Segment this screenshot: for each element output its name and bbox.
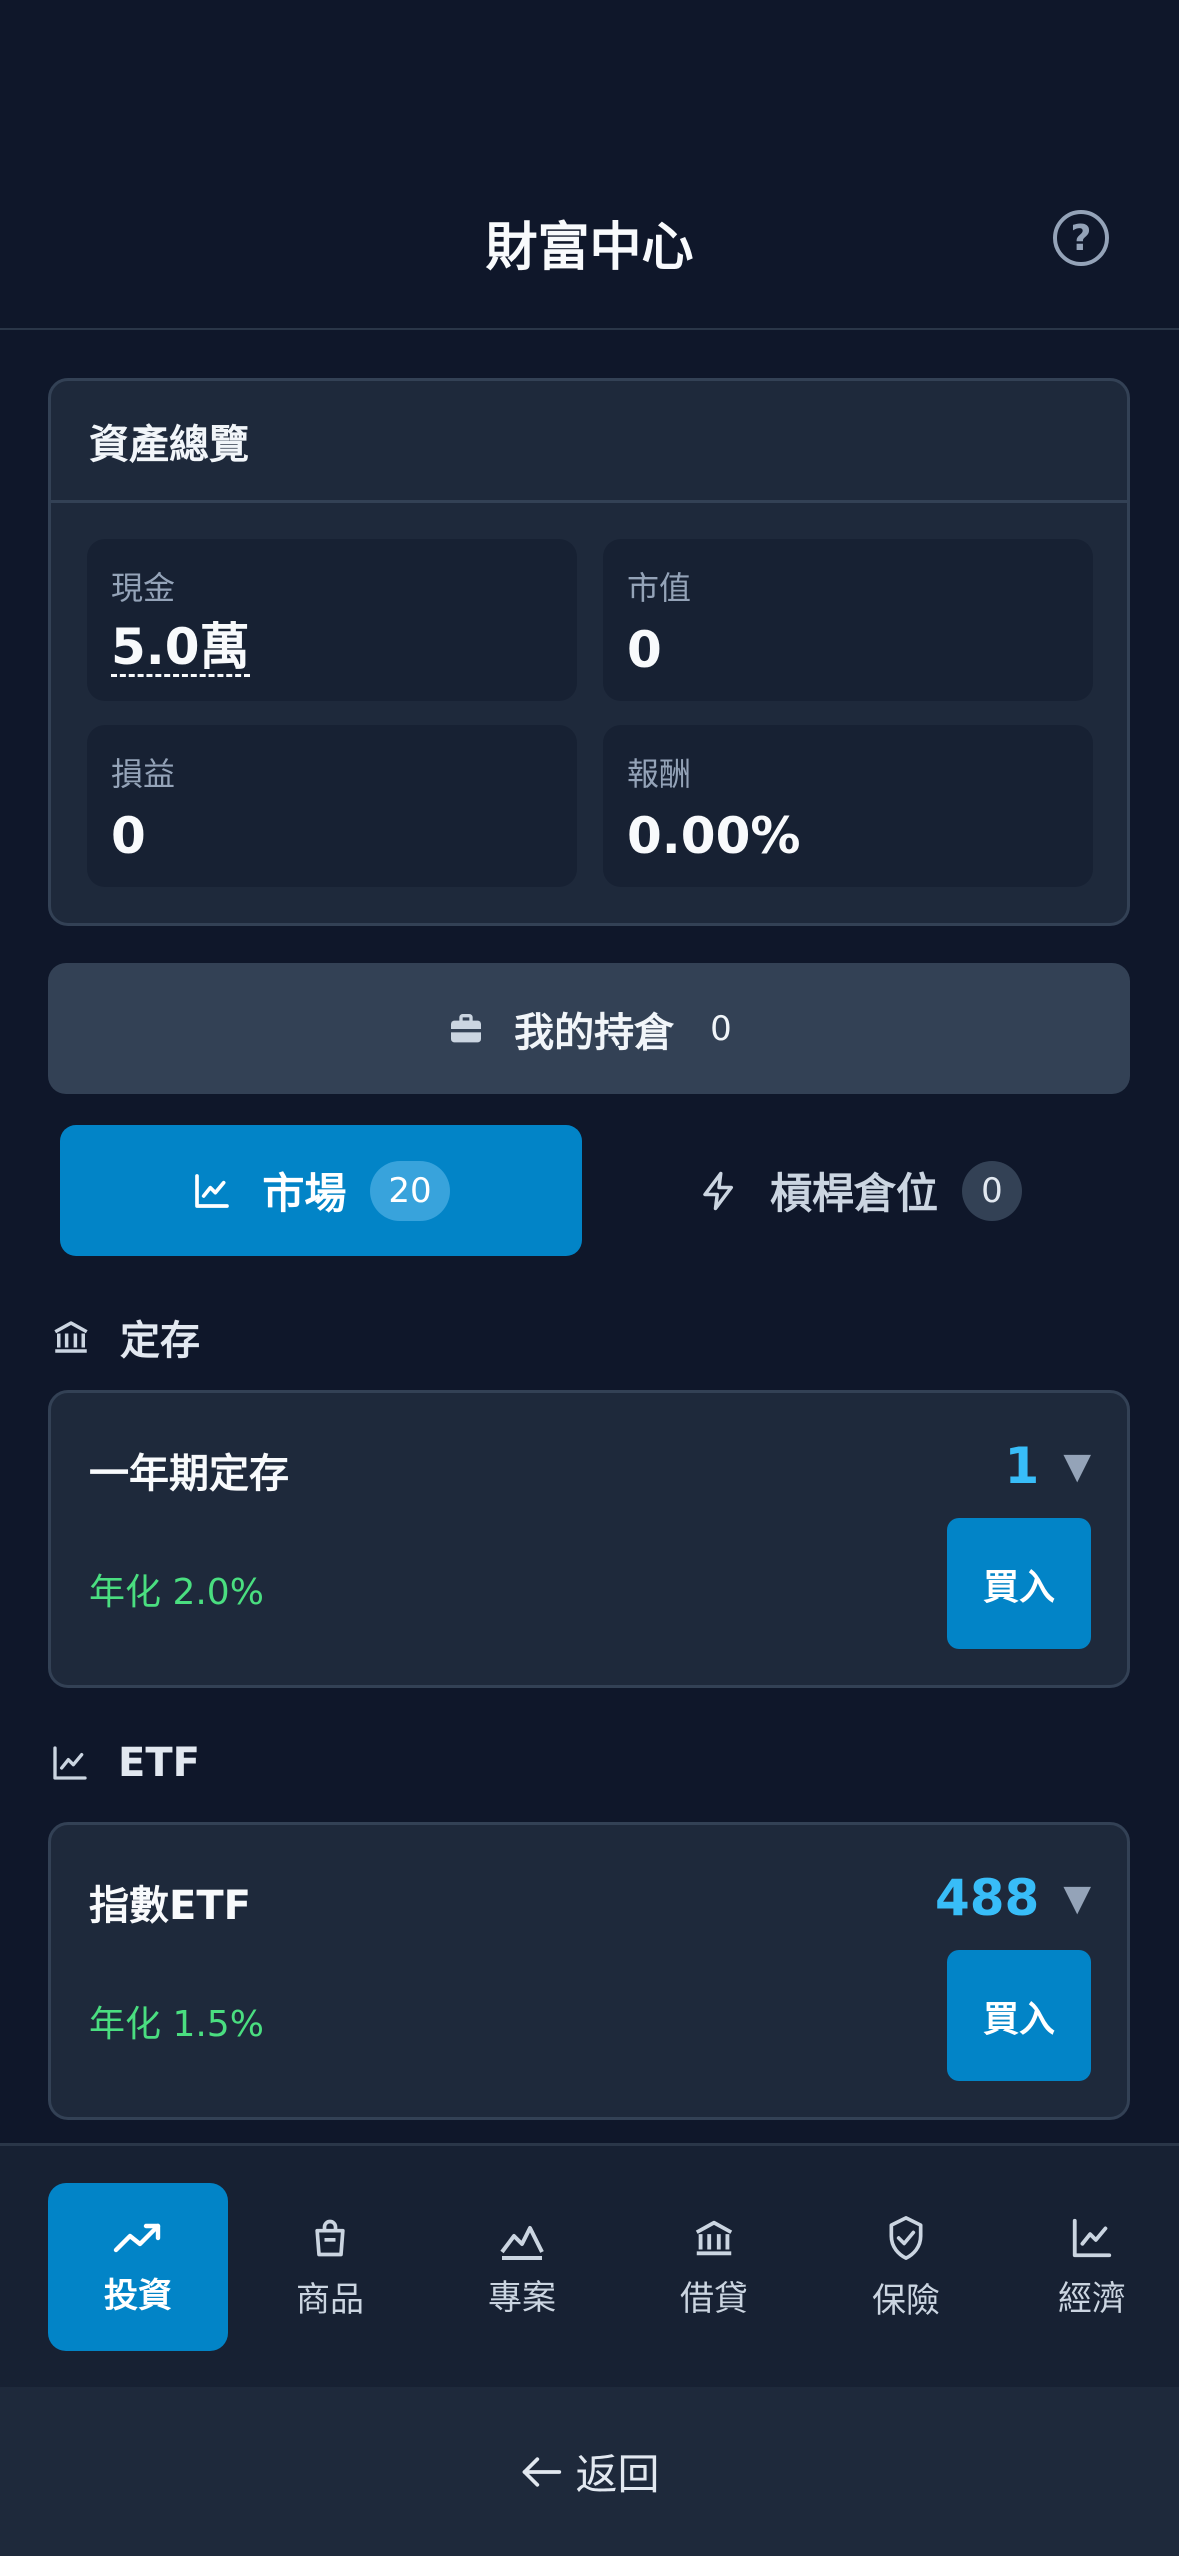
- holdings-count: 0: [710, 1008, 732, 1049]
- tab-market-label: 市場: [262, 1169, 347, 1218]
- chart-line-icon: [1072, 2218, 1112, 2257]
- product-card-etf: 指數ETF 488 ▼ 年化 1.5% 買入: [48, 1822, 1130, 2120]
- stat-label: 市值: [627, 569, 692, 607]
- area-chart-icon: [500, 2225, 544, 2260]
- quantity-value: 1: [1004, 1437, 1040, 1495]
- bank-icon: [695, 2220, 733, 2255]
- holdings-label: 我的持倉: [514, 1009, 675, 1056]
- nav-label: 保險: [872, 2280, 940, 2321]
- asset-overview-title: 資產總覽: [51, 381, 1127, 503]
- nav-label: 專案: [488, 2277, 556, 2318]
- product-card-deposit: 一年期定存 1 ▼ 年化 2.0% 買入: [48, 1390, 1130, 1688]
- lightning-icon: [703, 1171, 733, 1210]
- buy-button[interactable]: 買入: [947, 1950, 1091, 2081]
- nav-item-goods[interactable]: 商品: [240, 2183, 420, 2351]
- annual-rate: 年化 2.0%: [89, 1572, 264, 1613]
- chart-line-icon: [53, 1746, 87, 1780]
- stat-value: 0: [111, 807, 146, 865]
- stat-label: 損益: [111, 755, 176, 793]
- buy-button[interactable]: 買入: [947, 1518, 1091, 1649]
- page-title: 財富中心: [485, 218, 694, 278]
- stat-profit-loss: 損益 0: [87, 725, 577, 887]
- stat-value: 0.00%: [627, 807, 801, 865]
- nav-item-loans[interactable]: 借貸: [624, 2183, 804, 2351]
- nav-label: 經濟: [1058, 2278, 1126, 2319]
- tab-market[interactable]: 市場 20: [60, 1125, 582, 1256]
- nav-item-insurance[interactable]: 保險: [816, 2183, 996, 2351]
- tab-leverage[interactable]: 槓桿倉位 0: [600, 1125, 1120, 1256]
- section-label: 定存: [120, 1318, 200, 1364]
- stat-value-cash[interactable]: 5.0萬: [111, 621, 250, 677]
- arrow-left-icon: [523, 2456, 562, 2487]
- stat-return: 報酬 0.00%: [603, 725, 1093, 887]
- nav-item-economy[interactable]: 經濟: [1005, 2183, 1179, 2351]
- bank-icon: [54, 1321, 88, 1353]
- stat-value: 0: [627, 621, 662, 679]
- quantity-selector[interactable]: 1 ▼: [1005, 1437, 1091, 1495]
- tab-leverage-label: 槓桿倉位: [769, 1169, 938, 1218]
- back-button[interactable]: 返回: [0, 2387, 1179, 2556]
- chevron-down-icon: ▼: [1063, 1445, 1091, 1487]
- annual-rate: 年化 1.5%: [89, 2004, 264, 2045]
- section-title-deposit: 定存: [50, 1308, 200, 1366]
- app-header: 財富中心 ?: [0, 0, 1179, 330]
- quantity-selector[interactable]: 488 ▼: [935, 1869, 1091, 1927]
- stat-label: 報酬: [627, 755, 692, 793]
- briefcase-icon: [447, 1013, 485, 1042]
- tab-market-badge: 20: [370, 1160, 450, 1221]
- asset-overview-card: 資產總覽 現金 5.0萬 市值 0 損益 0 報酬 0.00%: [48, 378, 1130, 926]
- tab-leverage-badge: 0: [962, 1160, 1022, 1221]
- section-label: ETF: [118, 1740, 200, 1786]
- section-title-etf: ETF: [50, 1740, 200, 1786]
- stat-cash: 現金 5.0萬: [87, 539, 577, 701]
- trending-up-icon: [113, 2223, 161, 2252]
- shield-check-icon: [889, 2215, 923, 2260]
- product-name: 一年期定存: [89, 1451, 289, 1497]
- help-icon[interactable]: ?: [1053, 210, 1109, 266]
- nav-label: 商品: [296, 2279, 364, 2320]
- chevron-down-icon: ▼: [1063, 1877, 1091, 1919]
- quantity-value: 488: [934, 1869, 1040, 1927]
- product-name: 指數ETF: [89, 1883, 251, 1929]
- bottom-navigation: 投資 商品 專案 借貸 保險 經濟: [0, 2143, 1179, 2387]
- nav-item-projects[interactable]: 專案: [432, 2183, 612, 2351]
- nav-label: 借貸: [680, 2278, 748, 2319]
- stat-label: 現金: [111, 569, 176, 607]
- nav-label: 投資: [104, 2275, 172, 2316]
- back-label: 返回: [575, 2450, 660, 2499]
- stat-market-value: 市值 0: [603, 539, 1093, 701]
- shopping-bag-icon: [315, 2219, 345, 2256]
- nav-item-invest[interactable]: 投資: [48, 2183, 228, 2351]
- chart-line-icon: [195, 1173, 230, 1208]
- my-holdings-button[interactable]: 我的持倉 0: [48, 963, 1130, 1094]
